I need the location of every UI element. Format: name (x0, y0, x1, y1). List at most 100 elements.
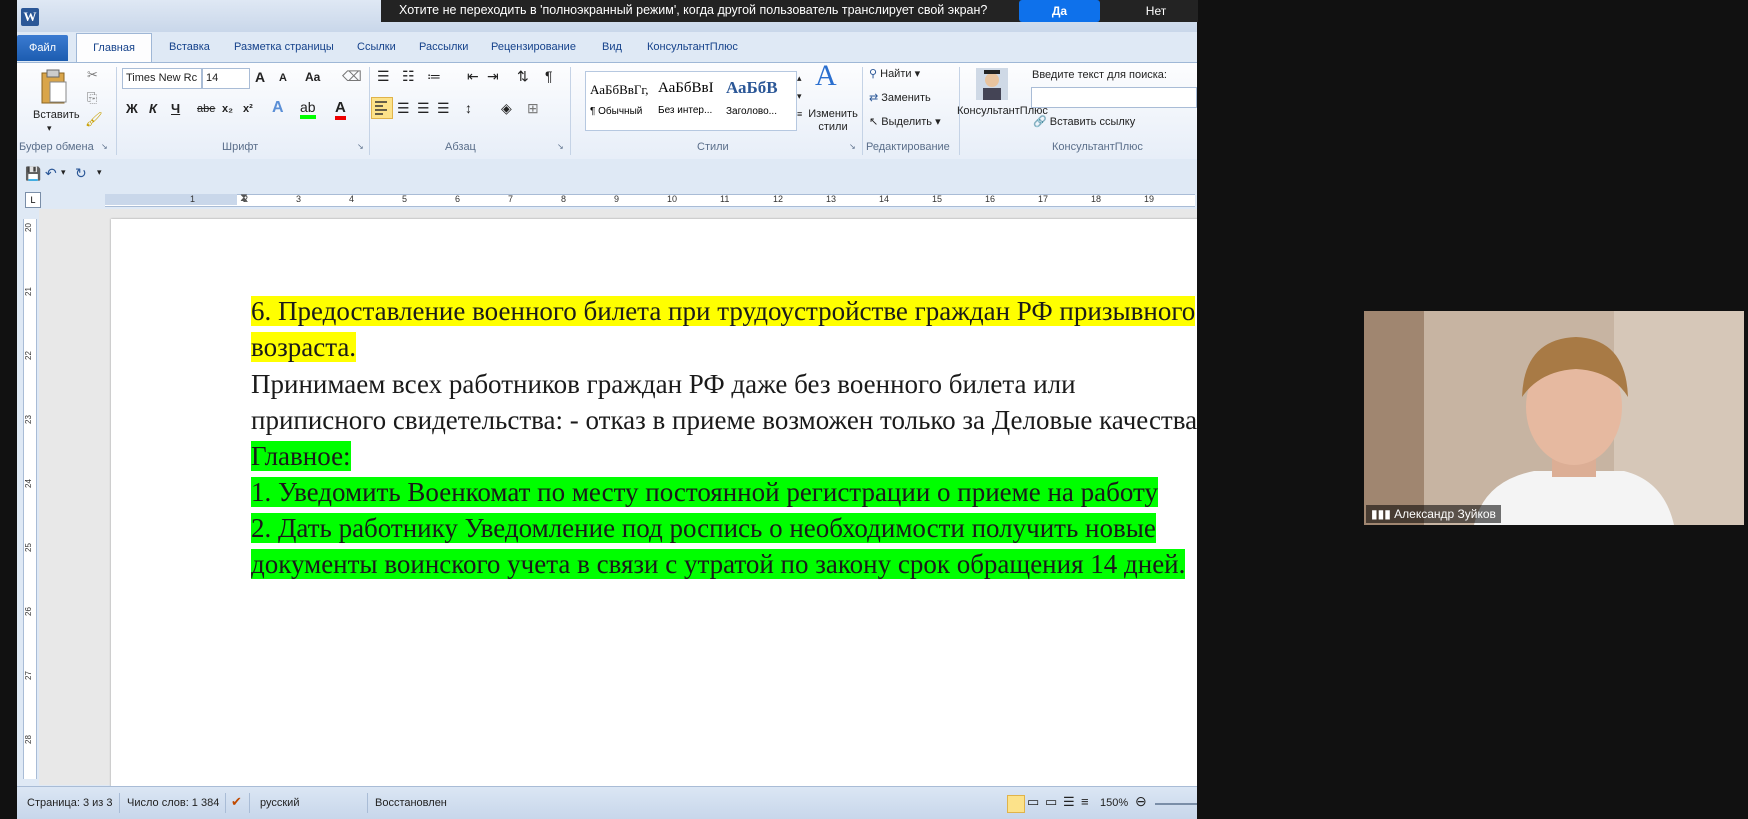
styles-scroll-down-icon[interactable]: ▾ (797, 91, 802, 102)
insert-link-button[interactable]: 🔗 Вставить ссылку (1033, 115, 1135, 128)
vruler-number: 26 (23, 607, 33, 616)
styles-launcher-icon[interactable]: ↘ (849, 142, 856, 151)
find-button[interactable]: ⚲ Найти ▾ (869, 67, 920, 80)
tab-view[interactable]: Вид (602, 41, 622, 53)
full-screen-view-icon[interactable]: ▭ (1027, 794, 1039, 810)
print-layout-view-icon[interactable] (1007, 795, 1025, 813)
shading-icon[interactable]: ◈ (501, 100, 512, 117)
tab-mailings[interactable]: Рассылки (419, 41, 468, 53)
style-normal[interactable]: АаБбВвГг, ¶ Обычный (590, 74, 654, 126)
customize-qat-icon[interactable]: ▾ (97, 167, 102, 178)
justify-icon[interactable]: ☰ (437, 100, 450, 117)
tab-review[interactable]: Рецензирование (491, 41, 576, 53)
borders-icon[interactable]: ⊞ (527, 100, 539, 117)
strikethrough-button[interactable]: abe (197, 103, 215, 115)
zoom-slider[interactable] (1155, 803, 1197, 805)
outline-view-icon[interactable]: ☰ (1063, 794, 1075, 810)
draft-view-icon[interactable]: ≡ (1081, 794, 1089, 809)
style-no-spacing[interactable]: АаБбВвI Без интер... (658, 74, 722, 126)
ruler-number: 6 (455, 194, 461, 204)
font-color-icon[interactable]: A (335, 99, 346, 120)
zoom-level[interactable]: 150% (1100, 797, 1128, 809)
horizontal-ruler[interactable]: L 1234567891011121314151617181920 ⧗ (17, 189, 1197, 209)
change-case-button[interactable]: Aa (305, 70, 320, 84)
increase-indent-icon[interactable]: ⇥ (487, 68, 499, 85)
styles-scroll-up-icon[interactable]: ▴ (797, 73, 802, 84)
undo-dropdown-icon[interactable]: ▾ (61, 167, 66, 178)
tab-insert[interactable]: Вставка (169, 41, 210, 53)
superscript-button[interactable]: x² (243, 103, 253, 115)
highlight-color-icon[interactable]: ab (300, 99, 316, 119)
format-painter-icon[interactable]: 🖌 (85, 111, 103, 128)
document-line: 1. Уведомить Военкомат по месту постоянн… (251, 475, 1158, 509)
change-styles-button[interactable]: Изменить стили (807, 108, 859, 134)
font-name-dropdown[interactable]: Times New Rc (122, 68, 202, 89)
clear-formatting-icon[interactable]: ⌫ (342, 68, 362, 85)
numbering-icon[interactable]: ☷ (402, 68, 415, 85)
ruler-number: 9 (614, 194, 620, 204)
subscript-button[interactable]: x₂ (222, 103, 233, 115)
web-layout-view-icon[interactable]: ▭ (1045, 794, 1057, 810)
vruler-strip (23, 219, 37, 779)
banner-message: Хотите не переходить в 'полноэкранный ре… (399, 3, 988, 17)
tab-selector-icon[interactable]: L (25, 192, 41, 208)
style-name: ¶ Обычный (590, 106, 643, 117)
multilevel-list-icon[interactable]: ≔ (427, 68, 441, 85)
align-left-button[interactable] (371, 97, 393, 119)
style-heading[interactable]: АаБбВ Заголово... (726, 74, 790, 126)
zoom-out-icon[interactable]: ⊖ (1135, 793, 1147, 810)
change-styles-icon[interactable]: A (815, 59, 837, 93)
word-count[interactable]: Число слов: 1 384 (127, 797, 219, 809)
font-group-label: Шрифт (222, 141, 259, 153)
indent-marker-icon[interactable]: ⧗ (240, 192, 248, 205)
tab-file[interactable]: Файл (17, 35, 68, 61)
font-size-dropdown[interactable]: 14 (202, 68, 250, 89)
line-spacing-icon[interactable]: ↕ (465, 100, 472, 116)
language-indicator[interactable]: русский (260, 797, 299, 809)
consultant-search-input[interactable] (1031, 87, 1197, 108)
underline-button[interactable]: Ч (171, 101, 180, 116)
divider (367, 793, 368, 813)
tab-page-layout[interactable]: Разметка страницы (234, 41, 334, 53)
paste-button[interactable] (35, 67, 73, 109)
bold-button[interactable]: Ж (126, 101, 138, 116)
paste-dropdown-icon[interactable]: ▾ (47, 123, 52, 134)
find-label: Найти (880, 68, 912, 80)
tab-consultant-plus[interactable]: КонсультантПлюс (647, 41, 738, 53)
styles-more-icon[interactable]: ≡ (797, 109, 802, 119)
align-right-icon[interactable]: ☰ (417, 100, 430, 117)
tab-references[interactable]: Ссылки (357, 41, 396, 53)
no-button[interactable]: Нет (1126, 0, 1186, 22)
clipboard-launcher-icon[interactable]: ↘ (101, 142, 108, 151)
font-launcher-icon[interactable]: ↘ (357, 142, 364, 151)
cut-icon[interactable]: ✂ (87, 67, 98, 83)
paragraph-launcher-icon[interactable]: ↘ (557, 142, 564, 151)
grow-font-button[interactable]: A (255, 69, 265, 85)
undo-icon[interactable]: ↶ (45, 165, 57, 182)
word-window: W Файл Главная Вставка Разметка страницы… (17, 0, 1197, 819)
sort-icon[interactable]: ⇅ (517, 68, 529, 85)
save-icon[interactable]: 💾 (25, 166, 41, 182)
page-count[interactable]: Страница: 3 из 3 (27, 797, 113, 809)
shrink-font-button[interactable]: A (279, 72, 287, 84)
copy-icon[interactable]: ⎘ (87, 90, 97, 106)
vertical-ruler[interactable]: 20 21 22 23 24 25 26 27 28 (17, 209, 39, 785)
decrease-indent-icon[interactable]: ⇤ (467, 68, 479, 85)
select-button[interactable]: ↖ Выделить ▾ (869, 115, 941, 128)
yes-button[interactable]: Да (1019, 0, 1100, 22)
document-line: приписного свидетельства: - отказ в прие… (251, 403, 1197, 437)
spelling-check-icon[interactable]: ✔ (231, 794, 242, 810)
italic-button[interactable]: К (149, 101, 157, 116)
ruler-number: 16 (985, 194, 996, 204)
show-formatting-icon[interactable]: ¶ (545, 68, 553, 84)
text-effects-icon[interactable]: A (272, 99, 284, 117)
replace-button[interactable]: ⇄ Заменить (869, 91, 931, 104)
participant-video[interactable]: ▮▮▮ Александр Зуйков (1364, 311, 1744, 525)
word-logo-icon[interactable]: W (21, 8, 39, 26)
align-center-icon[interactable]: ☰ (397, 100, 410, 117)
document-page[interactable]: 6. Предоставление военного билета при тр… (111, 219, 1197, 799)
consultant-plus-button[interactable] (973, 65, 1013, 105)
bullets-icon[interactable]: ☰ (377, 68, 390, 85)
tab-home[interactable]: Главная (76, 33, 152, 62)
redo-icon[interactable]: ↻ (75, 165, 87, 182)
